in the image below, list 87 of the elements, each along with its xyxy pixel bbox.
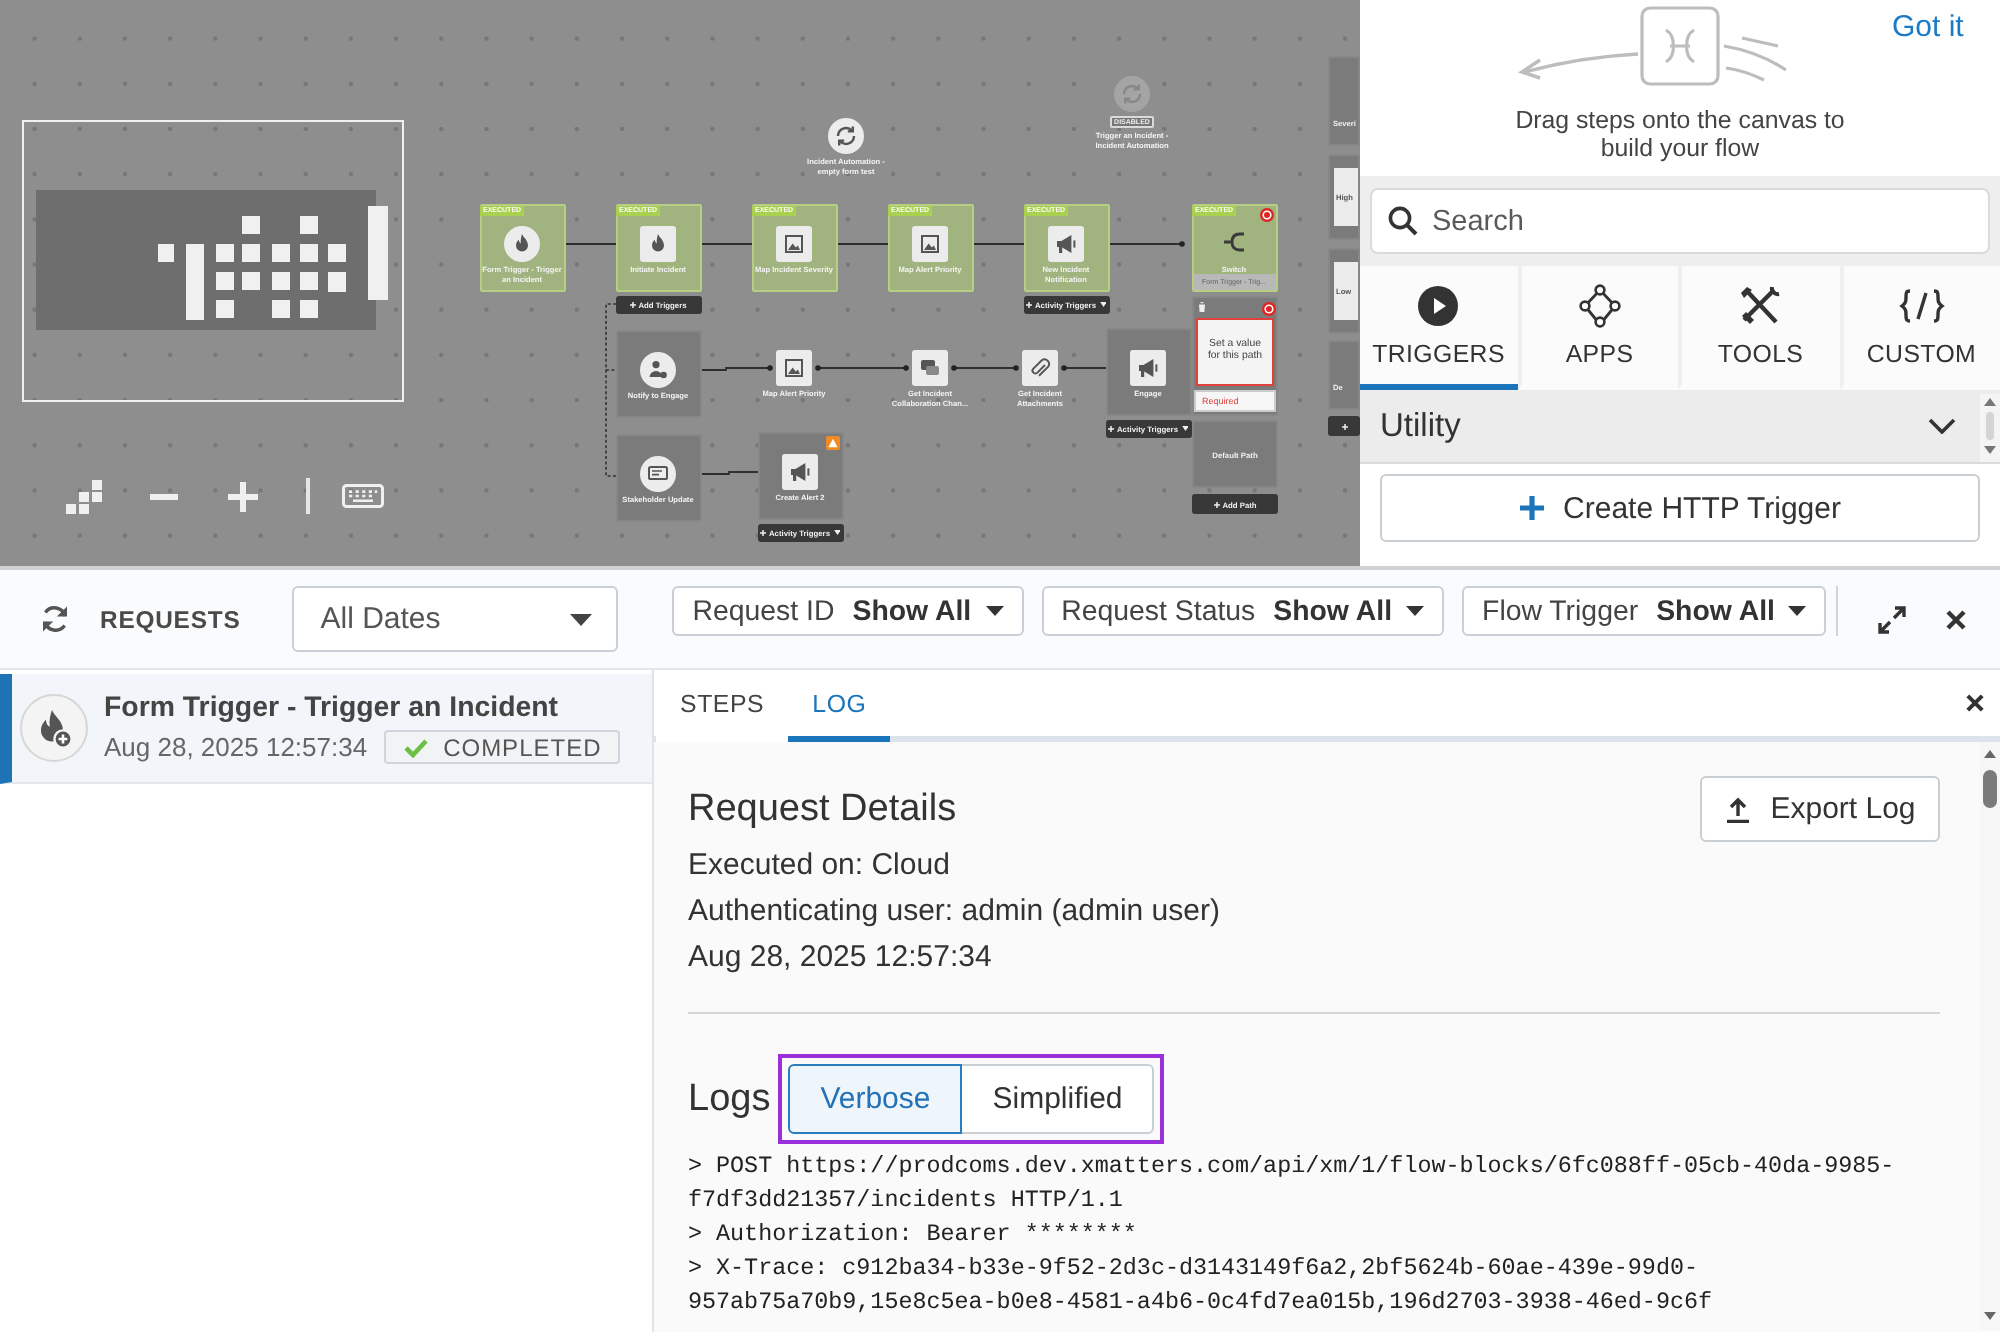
check-icon [403,737,428,757]
filter-dropdown[interactable]: Flow Trigger Show All [1462,586,1827,636]
play-icon [1418,284,1459,328]
request-time: Aug 28, 2025 12:57:34 [104,732,368,762]
plus-icon [629,302,636,308]
filter-value: Show All [1656,595,1775,627]
blocks-icon[interactable] [66,479,102,513]
plus-icon [1108,426,1114,432]
log-line: 957ab75a70b9,15e8c5ea-b0e8-4581-a4b6-0c4fd7ea015b,196d2703-3938-46ed-9c6f [688,1286,1714,1320]
detail-text: Aug 28, 2025 12:57:34 [688,938,994,978]
request-item[interactable]: Form Trigger - Trigger an Incident Aug 28, 2025 12:57:34 COMPLETED [0,674,652,784]
section-heading: Request Details [688,787,957,831]
log-line: > POST https://prodcoms.dev.xmatters.com/api/xm/1/flow-blocks/6fc088ff-05cb-40da-9985- [688,1150,1897,1184]
close-icon[interactable] [1966,694,1984,712]
image-icon[interactable] [776,350,812,386]
filter-value: Show All [852,595,972,627]
image-icon[interactable] [912,226,948,262]
chevron-down-icon [1928,418,1956,434]
caret-icon [1181,426,1188,432]
dropdown-value: All Dates [320,602,441,636]
plus-icon [1519,496,1544,520]
trash-icon[interactable] [1198,302,1206,312]
branch-icon [1224,232,1244,252]
paperclip-icon[interactable] [1022,350,1058,386]
error-icon [1262,302,1276,316]
flow-canvas[interactable] [0,0,1360,566]
hint-text: Drag steps onto the canvas to build your flow [1513,106,1847,162]
caret-down-icon [1788,606,1807,616]
person-icon[interactable] [640,352,676,388]
got-it-link[interactable]: Got it [1892,10,1964,44]
chat-icon[interactable] [912,350,948,386]
filter-label: Request ID [692,595,835,627]
section-title: Utility [1380,407,1461,445]
message-icon[interactable] [640,456,676,492]
megaphone-icon[interactable] [1048,226,1084,262]
mode-toggle[interactable]: Simplified [962,1064,1155,1134]
caret-icon [1099,302,1106,308]
upload-icon [1724,795,1753,823]
section-title: REQUESTS [100,605,241,633]
search-icon [1388,206,1418,236]
date-dropdown[interactable]: All Dates [292,586,619,652]
tools-icon [1738,284,1783,328]
connector-line [951,365,1019,371]
log-line: > Authorization: Bearer ******** [688,1218,1139,1252]
refresh-icon[interactable] [40,604,70,634]
scrollbar[interactable] [1980,394,2000,462]
caret-down-icon [570,613,593,625]
nodes-icon [1577,284,1622,328]
minus-icon[interactable] [150,493,178,499]
plus-icon [1213,501,1220,507]
cycle-icon[interactable] [828,118,864,154]
plus-icon [1341,423,1347,429]
connector-line [815,365,909,371]
expand-icon[interactable] [1878,605,1907,633]
flame-icon [20,694,88,762]
add-button[interactable] [1328,416,1360,436]
log-line: f7df3dd21357/incidents HTTP/1.1 [688,1184,1125,1218]
plus-icon [760,530,766,536]
create-trigger-button[interactable]: Create HTTP Trigger [1380,474,1980,542]
request-title: Form Trigger - Trigger an Incident [104,692,561,724]
section-heading: Logs [688,1077,771,1121]
status-text: COMPLETED [443,733,602,761]
image-icon[interactable] [776,226,812,262]
filter-value: Show All [1273,595,1393,627]
plus-icon[interactable] [228,481,258,511]
section-header[interactable]: Utility [1360,390,1980,462]
keyboard-icon[interactable] [341,484,383,508]
filter-label: Flow Trigger [1482,595,1639,627]
caret-icon [833,530,840,536]
flame-icon[interactable] [640,226,676,262]
megaphone-icon[interactable] [782,454,818,490]
filter-dropdown[interactable]: Request Status Show All [1041,586,1445,636]
filter-dropdown[interactable]: Request ID Show All [672,586,1024,636]
detail-text: Executed on: Cloud [688,846,952,886]
export-log-button[interactable]: Export Log [1700,776,1940,842]
close-icon[interactable] [1946,609,1967,629]
plus-icon [1026,302,1032,308]
code-icon [1897,284,1946,328]
detail-text: Authenticating user: admin (admin user) [688,892,1222,932]
megaphone-icon[interactable] [1130,350,1166,386]
caret-down-icon [1406,606,1425,616]
caret-down-icon [985,606,1004,616]
log-line: > X-Trace: c912ba34-b33e-9f52-2d3c-d3143149f6a2,2bf5624b-60ae-439e-99d0- [688,1252,1700,1286]
flame-icon[interactable] [504,226,540,262]
mode-toggle[interactable]: Verbose [788,1064,963,1134]
filter-label: Request Status [1061,595,1256,627]
search-field[interactable]: Search [1370,188,1990,254]
